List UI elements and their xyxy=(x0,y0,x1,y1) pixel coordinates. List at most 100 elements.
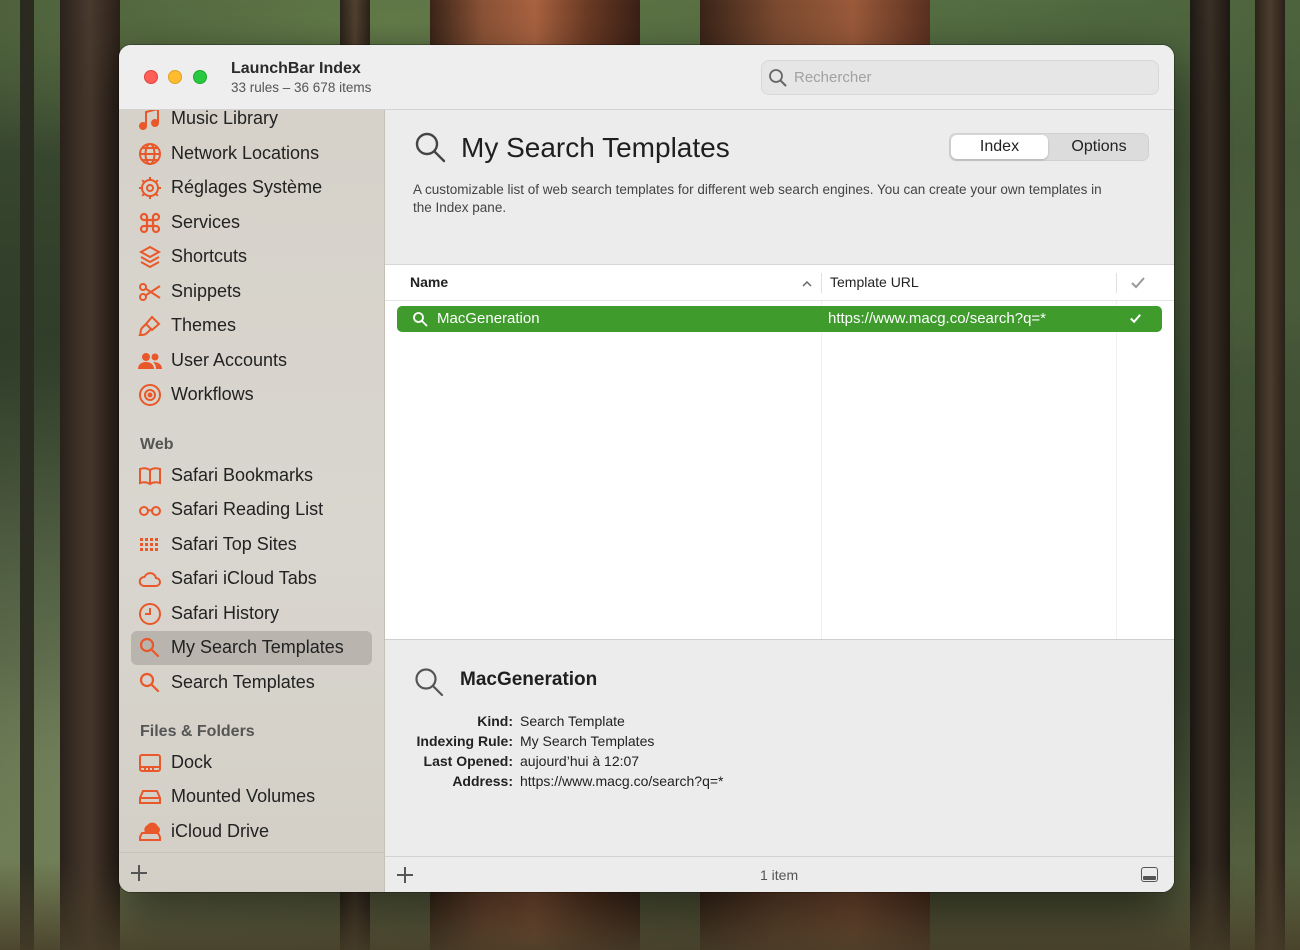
sidebar-item-snippets[interactable]: Snippets xyxy=(131,275,372,309)
magnifier-icon xyxy=(413,666,445,698)
detail-field-last-opened: Last Opened: aujourd’hui à 12:07 xyxy=(385,753,985,773)
magnifier-icon xyxy=(413,130,447,164)
sort-ascending-icon[interactable] xyxy=(801,277,813,289)
magnifier-icon xyxy=(138,671,162,695)
sidebar-item-themes[interactable]: Themes xyxy=(131,309,372,343)
icloud-drive-icon xyxy=(138,820,162,844)
add-template-button[interactable] xyxy=(395,865,415,885)
sidebar-item-services[interactable]: Services xyxy=(131,206,372,240)
detail-key: Kind: xyxy=(477,713,513,729)
drive-icon xyxy=(138,785,162,809)
zoom-window-button[interactable] xyxy=(193,70,207,84)
sidebar-item-label: Dock xyxy=(171,752,213,772)
detail-value[interactable]: https://www.macg.co/search?q=* xyxy=(520,773,724,789)
sidebar-item-label: iCloud Drive xyxy=(171,821,270,841)
sidebar-item-mounted-volumes[interactable]: Mounted Volumes xyxy=(131,780,372,814)
users-icon xyxy=(138,349,162,373)
sidebar-item-my-search-templates[interactable]: My Search Templates xyxy=(131,631,372,665)
sidebar-list[interactable]: Music Library Network Locations Réglages… xyxy=(119,110,385,852)
search-field[interactable] xyxy=(761,60,1159,95)
sidebar-item-workflows[interactable]: Workflows xyxy=(131,378,372,412)
sidebar-item-label: Search Templates xyxy=(171,672,315,692)
detail-key: Last Opened: xyxy=(423,753,513,769)
scissors-icon xyxy=(138,280,162,304)
column-header-name[interactable]: Name xyxy=(410,265,448,300)
sidebar-item-dock[interactable]: Dock xyxy=(131,746,372,780)
detail-title: MacGeneration xyxy=(460,669,598,690)
sidebar-item-label: Services xyxy=(171,212,241,232)
sidebar-item-label: My Search Templates xyxy=(171,637,344,657)
detail-field-address: Address: https://www.macg.co/search?q=* xyxy=(385,773,985,793)
enabled-column-checkmark-icon[interactable] xyxy=(1130,275,1146,291)
sidebar-item-music-library[interactable]: Music Library xyxy=(131,110,372,136)
command-icon xyxy=(138,211,162,235)
sidebar-item-user-accounts[interactable]: User Accounts xyxy=(131,344,372,378)
column-header-template-url[interactable]: Template URL xyxy=(830,265,919,300)
sidebar-item-label: Music Library xyxy=(171,110,279,128)
sidebar-item-label: User Accounts xyxy=(171,350,288,370)
sidebar-item-label: Safari Reading List xyxy=(171,499,324,519)
sidebar-item-safari-history[interactable]: Safari History xyxy=(131,597,372,631)
cloud-icon xyxy=(138,567,162,591)
detail-key: Address: xyxy=(452,773,513,789)
sidebar-footer xyxy=(119,852,385,892)
sidebar: Music Library Network Locations Réglages… xyxy=(119,110,385,892)
minimize-window-button[interactable] xyxy=(168,70,182,84)
glasses-icon xyxy=(138,498,162,522)
sidebar-item-safari-reading-list[interactable]: Safari Reading List xyxy=(131,493,372,527)
row-enabled-checkbox[interactable] xyxy=(1127,310,1144,327)
templates-table[interactable]: Name Template URL MacGeneration https://… xyxy=(385,264,1174,640)
tab-index[interactable]: Index xyxy=(951,135,1048,159)
grid-icon xyxy=(138,533,162,557)
window-title: LaunchBar Index xyxy=(231,60,361,77)
sidebar-item-label: Safari Top Sites xyxy=(171,534,297,554)
sidebar-section-files-folders: Files & Folders xyxy=(140,723,255,740)
shortcuts-icon xyxy=(138,245,162,269)
sidebar-item-search-templates[interactable]: Search Templates xyxy=(131,666,372,700)
toggle-detail-panel-button[interactable] xyxy=(1141,867,1158,882)
clock-icon xyxy=(138,602,162,626)
detail-value: Search Template xyxy=(520,713,625,729)
sidebar-item-label: Safari Bookmarks xyxy=(171,465,314,485)
row-name: MacGeneration xyxy=(437,310,540,327)
sidebar-item-safari-bookmarks[interactable]: Safari Bookmarks xyxy=(131,459,372,493)
table-row[interactable]: MacGeneration https://www.macg.co/search… xyxy=(397,306,1162,332)
sidebar-item-label: Safari History xyxy=(171,603,280,623)
main-footer: 1 item xyxy=(385,856,1174,892)
sidebar-item-label: Workflows xyxy=(171,384,254,404)
close-window-button[interactable] xyxy=(144,70,158,84)
sidebar-item-label: Mounted Volumes xyxy=(171,786,316,806)
dock-icon xyxy=(138,751,162,775)
titlebar: LaunchBar Index 33 rules – 36 678 items xyxy=(119,45,1174,110)
sidebar-item-label: Shortcuts xyxy=(171,246,248,266)
sidebar-item-icloud-drive[interactable]: iCloud Drive xyxy=(131,815,372,849)
detail-field-kind: Kind: Search Template xyxy=(385,713,985,733)
add-rule-button[interactable] xyxy=(129,863,149,883)
detail-field-indexing-rule: Indexing Rule: My Search Templates xyxy=(385,733,985,753)
detail-value: aujourd’hui à 12:07 xyxy=(520,753,640,769)
automator-icon xyxy=(138,383,162,407)
tab-options[interactable]: Options xyxy=(1050,135,1148,159)
sidebar-item-label: Réglages Système xyxy=(171,177,323,197)
sidebar-item-safari-icloud-tabs[interactable]: Safari iCloud Tabs xyxy=(131,562,372,596)
sidebar-section-web: Web xyxy=(140,436,174,453)
launchbar-index-window: LaunchBar Index 33 rules – 36 678 items … xyxy=(119,45,1174,892)
book-icon xyxy=(138,464,162,488)
view-segmented-control: Index Options xyxy=(949,133,1149,161)
sidebar-item-network-locations[interactable]: Network Locations xyxy=(131,137,372,171)
page-title: My Search Templates xyxy=(461,132,730,163)
row-template-url: https://www.macg.co/search?q=* xyxy=(828,310,1047,327)
window-subtitle: 33 rules – 36 678 items xyxy=(231,80,372,95)
sidebar-item-label: Snippets xyxy=(171,281,242,301)
sidebar-item-shortcuts[interactable]: Shortcuts xyxy=(131,240,372,274)
search-icon xyxy=(768,68,788,88)
sidebar-item-reglages-systeme[interactable]: Réglages Système xyxy=(131,171,372,205)
detail-key: Indexing Rule: xyxy=(416,733,513,749)
search-input[interactable] xyxy=(794,61,1144,94)
sidebar-item-label: Safari iCloud Tabs xyxy=(171,568,317,588)
magnifier-icon xyxy=(412,311,428,327)
globe-icon xyxy=(138,142,162,166)
detail-value: My Search Templates xyxy=(520,733,655,749)
paintbrush-icon xyxy=(138,314,162,338)
sidebar-item-safari-top-sites[interactable]: Safari Top Sites xyxy=(131,528,372,562)
